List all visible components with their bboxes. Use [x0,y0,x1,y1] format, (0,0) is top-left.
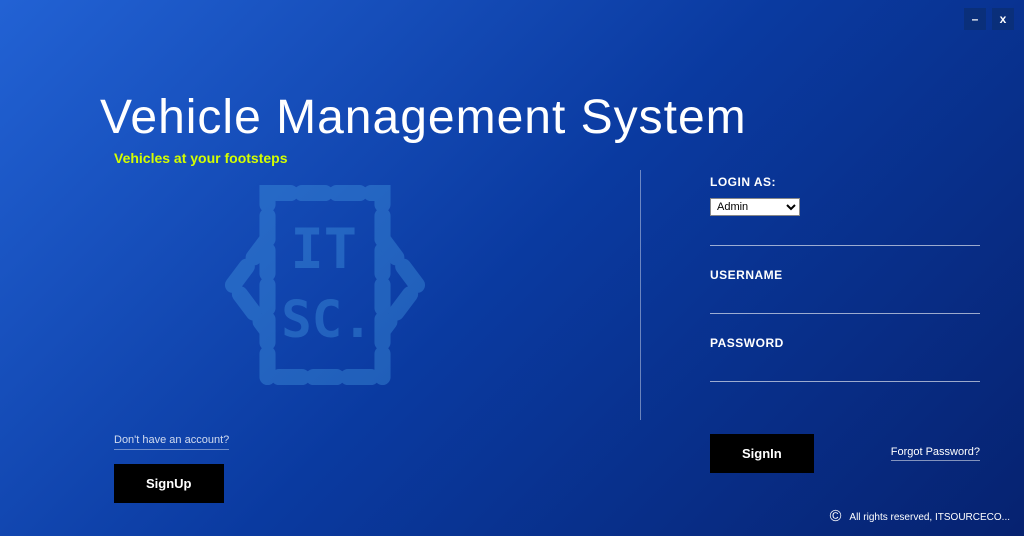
login-as-label: LOGIN AS: [710,175,980,189]
role-select[interactable]: Admin [710,198,800,216]
signin-button[interactable]: SignIn [710,434,814,473]
signup-button[interactable]: SignUp [114,464,224,503]
username-label: USERNAME [710,268,980,282]
copyright-icon: © [830,508,842,526]
svg-text:SC.: SC. [281,290,372,349]
brand-logo-icon: IT SC. [210,170,440,400]
close-button[interactable]: x [992,8,1014,30]
signup-section: Don't have an account? SignUp [114,430,229,503]
svg-text:IT: IT [291,218,357,282]
footer-text: All rights reserved, ITSOURCECO... [849,512,1010,523]
footer: © All rights reserved, ITSOURCECO... [830,508,1010,526]
window-controls: – x [964,8,1014,30]
password-label: PASSWORD [710,336,980,350]
vertical-divider [640,170,641,420]
login-panel: LOGIN AS: Admin USERNAME PASSWORD SignIn… [710,175,980,473]
forgot-password-link[interactable]: Forgot Password? [891,446,980,461]
password-input[interactable] [710,358,980,382]
app-subtitle: Vehicles at your footsteps [114,150,288,166]
username-input[interactable] [710,290,980,314]
minimize-button[interactable]: – [964,8,986,30]
signup-prompt: Don't have an account? [114,434,229,450]
app-title: Vehicle Management System [100,90,747,145]
